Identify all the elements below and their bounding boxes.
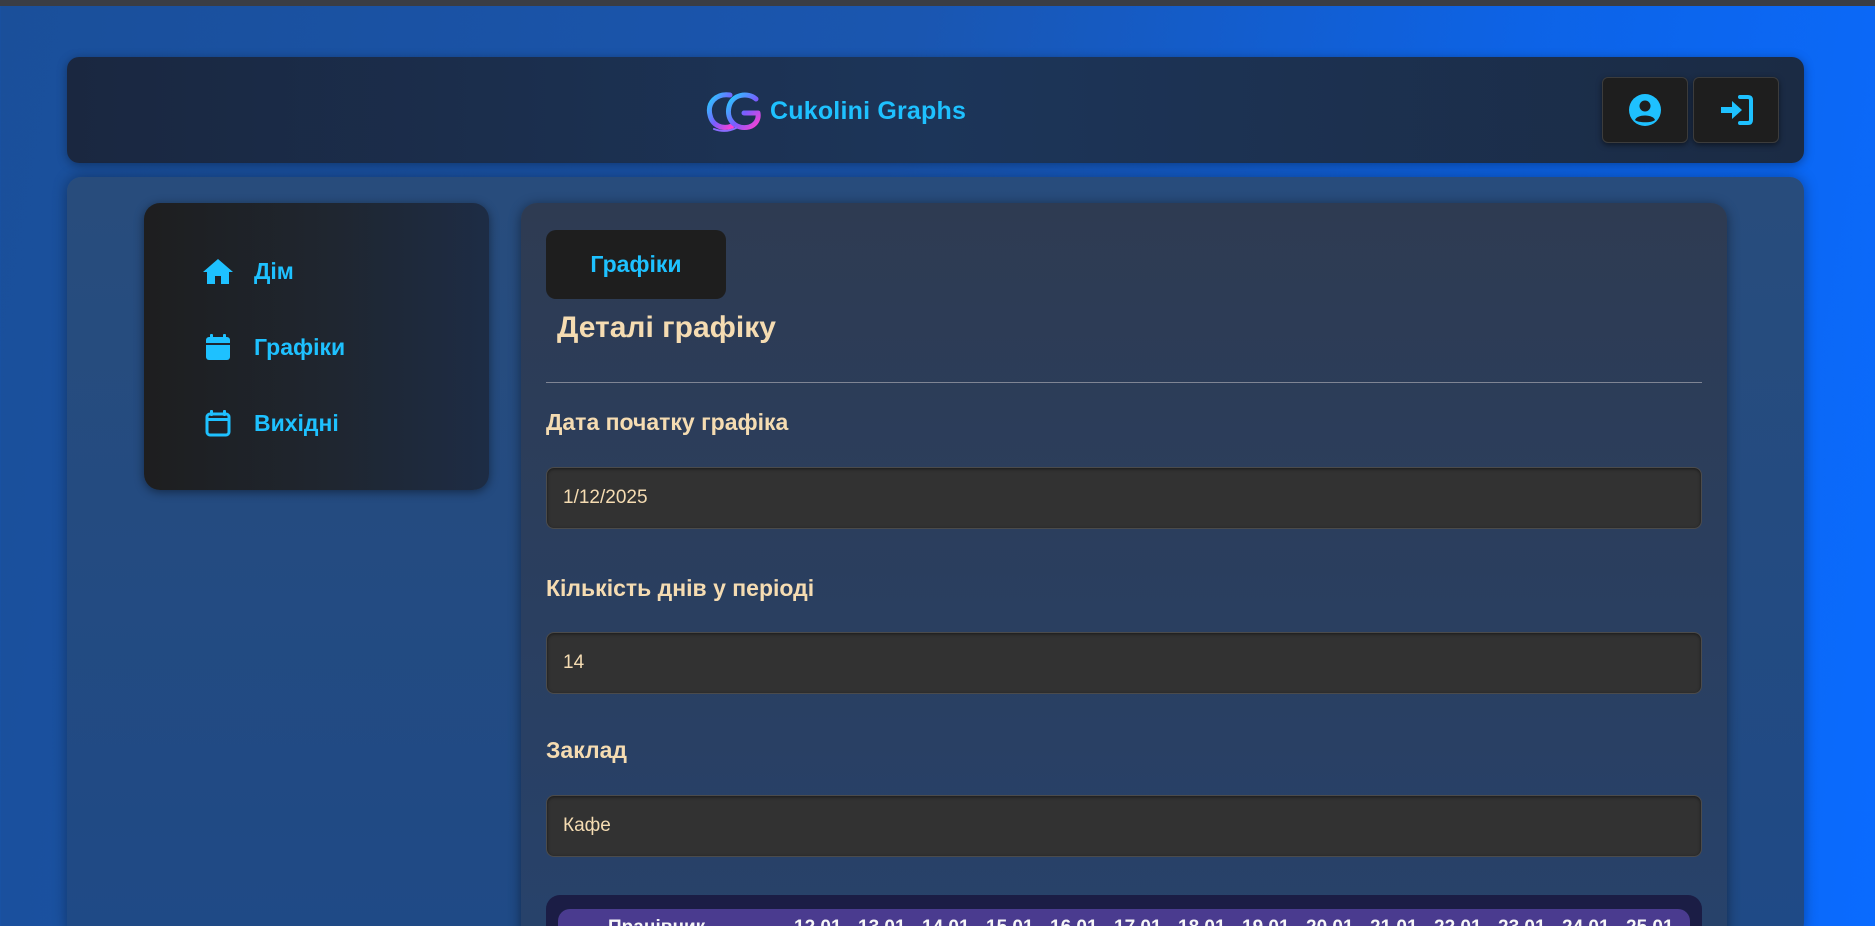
date-column-header: 16.01	[1050, 917, 1114, 926]
days-count-input[interactable]	[546, 632, 1702, 694]
home-icon	[202, 255, 234, 287]
calendar-outline-icon	[202, 407, 234, 439]
brand[interactable]: Cukolini Graphs	[704, 89, 966, 133]
days-count-label: Кількість днів у періоді	[546, 575, 815, 601]
sign-in-icon	[1721, 95, 1753, 125]
cg-logo-icon	[706, 92, 761, 132]
date-column-header: 23.01	[1498, 917, 1562, 926]
sidebar-item-schedules[interactable]: Графіки	[202, 327, 345, 367]
table-header-row: Працівник 12.01 13.01 14.01 15.01 16.01 …	[558, 909, 1690, 926]
app-header: Cukolini Graphs	[67, 57, 1804, 163]
sidebar: Дім Графіки Вихідні	[144, 203, 489, 490]
date-column-header: 14.01	[922, 917, 986, 926]
date-column-header: 13.01	[858, 917, 922, 926]
sidebar-item-label: Графіки	[254, 333, 346, 360]
date-column-header: 25.01	[1626, 917, 1690, 926]
calendar-filled-icon	[202, 331, 234, 363]
date-column-header: 17.01	[1114, 917, 1178, 926]
date-column-header: 21.01	[1370, 917, 1434, 926]
date-column-header: 18.01	[1178, 917, 1242, 926]
app-name: Cukolini Graphs	[770, 96, 967, 125]
tab-schedules[interactable]: Графіки	[546, 230, 726, 299]
date-column-header: 22.01	[1434, 917, 1498, 926]
date-column-header: 19.01	[1242, 917, 1306, 926]
sidebar-item-label: Дім	[254, 257, 294, 284]
venue-label: Заклад	[546, 737, 627, 763]
sidebar-item-days-off[interactable]: Вихідні	[202, 403, 339, 443]
date-headers: 12.01 13.01 14.01 15.01 16.01 17.01 18.0…	[760, 909, 1690, 926]
login-button[interactable]	[1693, 77, 1779, 143]
sidebar-item-home[interactable]: Дім	[202, 251, 294, 291]
date-column-header: 24.01	[1562, 917, 1626, 926]
page-title: Деталі графіку	[557, 311, 776, 344]
date-column-header: 12.01	[794, 917, 858, 926]
divider	[546, 382, 1702, 383]
employee-column-header: Працівник	[558, 909, 760, 926]
date-column-header: 15.01	[986, 917, 1050, 926]
date-column-header: 20.01	[1306, 917, 1370, 926]
start-date-input[interactable]	[546, 467, 1702, 529]
start-date-label: Дата початку графіка	[546, 409, 789, 435]
venue-input[interactable]	[546, 795, 1702, 857]
browser-top-strip	[0, 0, 1875, 6]
schedule-table: Працівник 12.01 13.01 14.01 15.01 16.01 …	[546, 895, 1702, 926]
user-circle-icon	[1629, 94, 1661, 126]
profile-button[interactable]	[1602, 77, 1688, 143]
schedule-details-card: Графіки Деталі графіку Дата початку граф…	[521, 203, 1727, 926]
sidebar-item-label: Вихідні	[254, 409, 339, 436]
